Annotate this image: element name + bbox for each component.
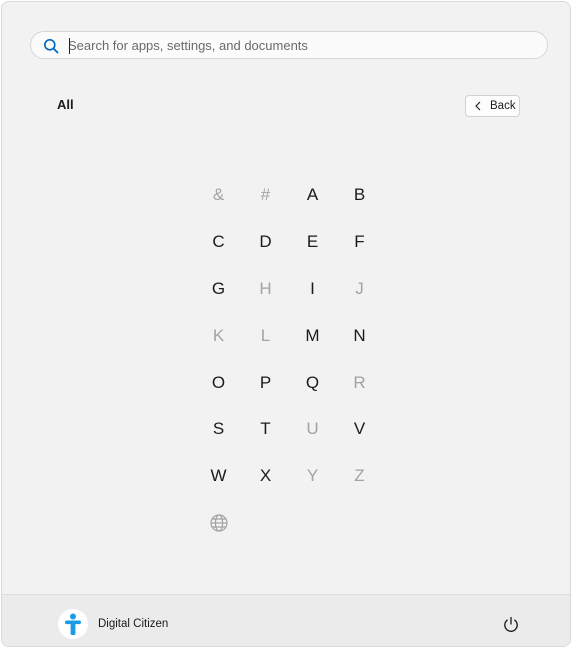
letter-e[interactable]: E: [289, 219, 336, 266]
letter-m[interactable]: M: [289, 312, 336, 359]
letter-k: K: [212, 325, 225, 345]
letter-q[interactable]: Q: [289, 359, 336, 406]
search-input[interactable]: [68, 35, 538, 55]
letter-ampersand: &: [212, 185, 225, 205]
user-name[interactable]: Digital Citizen: [98, 618, 168, 630]
letter-a[interactable]: A: [289, 172, 336, 219]
globe-icon: [195, 500, 242, 547]
start-menu-panel: All Back & # AB CDEF GHIJ K LMN OPQR STUV WXY Z Di…: [1, 1, 571, 647]
letter-p[interactable]: P: [242, 359, 289, 406]
letter-y: Y: [306, 466, 319, 486]
back-button[interactable]: Back: [465, 95, 520, 117]
letter-b[interactable]: B: [336, 172, 383, 219]
letter-n[interactable]: N: [336, 312, 383, 359]
letter-f[interactable]: F: [336, 219, 383, 266]
chevron-left-icon: [475, 101, 481, 111]
back-label: Back: [490, 100, 516, 112]
letter-t[interactable]: T: [242, 406, 289, 453]
letter-u: U: [306, 419, 319, 439]
letter-d[interactable]: D: [242, 219, 289, 266]
section-title: All: [57, 97, 74, 112]
start-footer: Digital Citizen: [2, 594, 570, 646]
avatar[interactable]: [58, 609, 88, 639]
letter-o[interactable]: O: [195, 359, 242, 406]
letter-x[interactable]: X: [242, 453, 289, 500]
letter-l: L: [260, 325, 271, 345]
search-box[interactable]: [30, 31, 548, 59]
letter-g[interactable]: G: [195, 266, 242, 313]
letter-c[interactable]: C: [195, 219, 242, 266]
text-caret: [69, 38, 70, 54]
letter-j: J: [355, 278, 364, 298]
letter-hash: #: [260, 185, 271, 205]
letter-w[interactable]: W: [195, 453, 242, 500]
search-icon: [44, 39, 59, 54]
power-icon[interactable]: [501, 615, 521, 635]
letter-z: Z: [354, 466, 365, 486]
letter-r: R: [353, 372, 366, 392]
letter-i[interactable]: I: [289, 266, 336, 313]
accessibility-figure-icon: [65, 613, 81, 635]
letter-v[interactable]: V: [336, 406, 383, 453]
letter-h: H: [259, 278, 272, 298]
alphabet-jump-grid: & # A B C D E F G H I J K L M N O P Q R S T U V W X Y Z: [195, 172, 383, 546]
letter-s[interactable]: S: [195, 406, 242, 453]
